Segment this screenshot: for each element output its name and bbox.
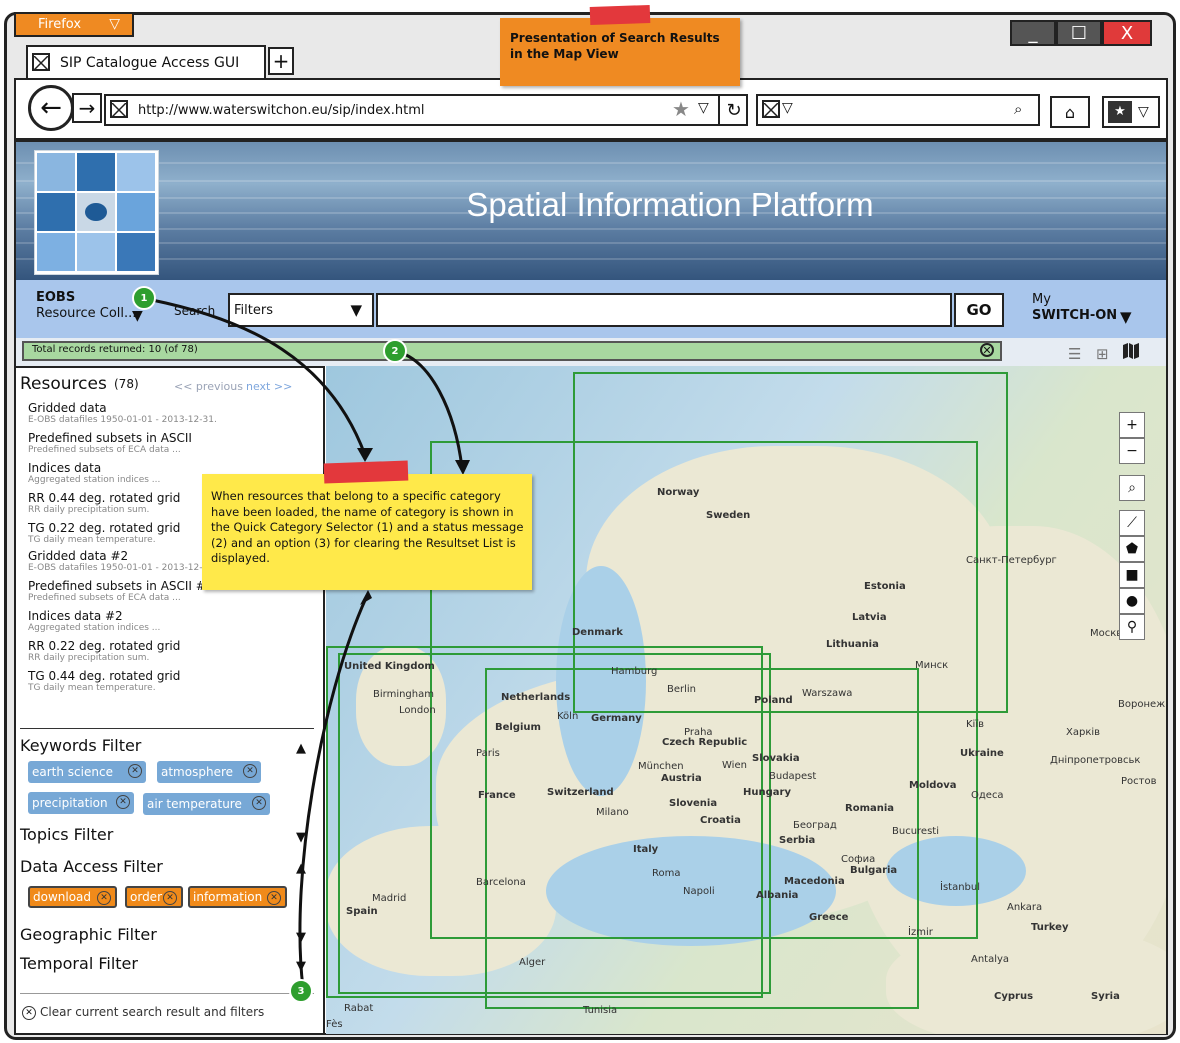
annotation-sticky-note-text: When resources that belong to a specific… (211, 489, 524, 566)
annotation-arrows (151, 298, 470, 989)
tape-decoration (323, 460, 409, 484)
annotation-badge: 3 (289, 979, 313, 1003)
annotation-badge: 1 (132, 286, 156, 310)
annotation-badge: 2 (383, 339, 407, 363)
tape-decoration (589, 4, 651, 26)
annotation-note-text: Presentation of Search Results in the Ma… (510, 31, 720, 61)
